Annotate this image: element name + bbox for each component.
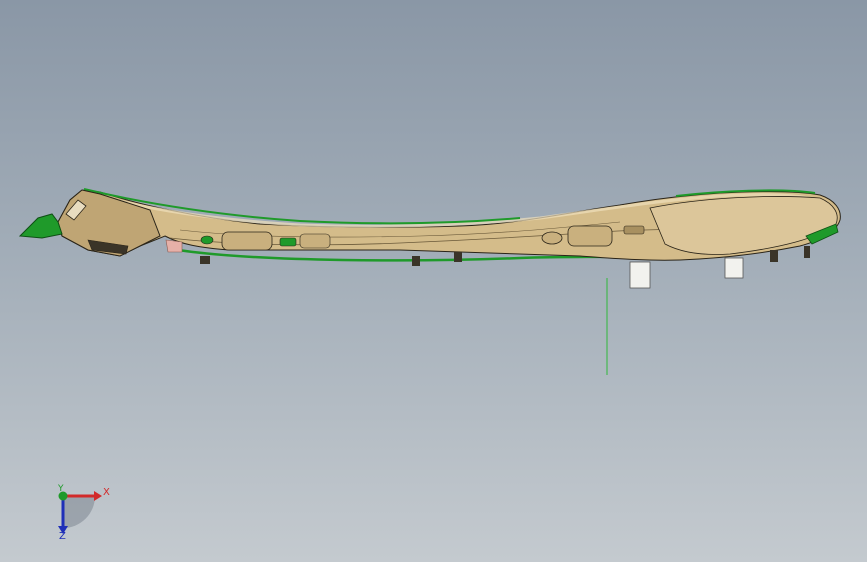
bracket-5 xyxy=(804,246,810,258)
z-axis-label: Z xyxy=(59,531,66,542)
bracket-3 xyxy=(454,252,462,262)
pink-clip xyxy=(165,239,183,253)
bracket-4 xyxy=(770,250,778,262)
round-hole-1 xyxy=(200,235,214,245)
slot-2 xyxy=(623,225,645,235)
x-arrow-head xyxy=(94,491,102,501)
left-green-flap xyxy=(18,213,63,239)
y-axis-label: Y xyxy=(58,484,64,494)
x-axis-label: X xyxy=(103,487,110,498)
bracket-2 xyxy=(412,256,420,266)
mounting-tab-2 xyxy=(724,257,744,279)
model-3d-view[interactable] xyxy=(0,0,867,562)
mounting-tab-1 xyxy=(629,261,651,289)
cad-graphics-viewport[interactable]: X Y Z xyxy=(0,0,867,562)
right-end-surface xyxy=(649,196,838,255)
round-boss-2 xyxy=(541,231,563,245)
bracket-1 xyxy=(200,256,210,264)
triad-shading xyxy=(63,496,95,528)
pocket-1 xyxy=(221,231,273,251)
pocket-2 xyxy=(299,233,331,249)
coordinate-triad: X Y Z xyxy=(40,478,120,548)
pocket-3 xyxy=(567,225,613,247)
slot-1 xyxy=(279,237,297,247)
